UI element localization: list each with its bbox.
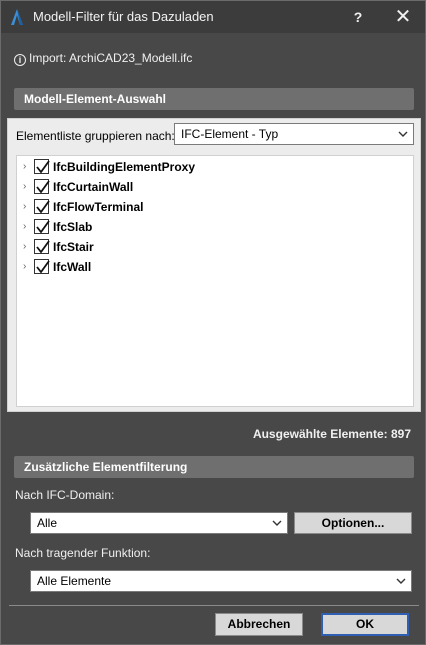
- expand-chevron-icon[interactable]: ›: [23, 262, 31, 272]
- info-icon: i: [14, 54, 26, 66]
- chevron-down-icon: [396, 578, 406, 584]
- chevron-down-icon: [398, 131, 408, 137]
- expand-chevron-icon[interactable]: ›: [23, 222, 31, 232]
- options-button[interactable]: Optionen...: [294, 512, 412, 534]
- element-tree[interactable]: › IfcBuildingElementProxy › IfcCurtainWa…: [16, 155, 414, 407]
- import-info: i Import: ArchiCAD23_Modell.ifc: [14, 51, 192, 66]
- tree-row[interactable]: › IfcStair: [17, 237, 413, 257]
- expand-chevron-icon[interactable]: ›: [23, 242, 31, 252]
- element-checkbox[interactable]: [34, 179, 50, 194]
- selected-count: Ausgewählte Elemente: 897: [252, 427, 411, 441]
- element-checkbox[interactable]: [34, 199, 50, 214]
- element-checkbox[interactable]: [34, 219, 50, 234]
- close-button[interactable]: ✕: [391, 5, 415, 29]
- expand-chevron-icon[interactable]: ›: [23, 182, 31, 192]
- domain-value: Alle: [37, 516, 58, 530]
- group-by-label: Elementliste gruppieren nach:: [16, 129, 175, 143]
- tree-item-label: IfcStair: [53, 240, 94, 254]
- checkmark-icon: [36, 260, 50, 274]
- group-by-value: IFC-Element - Typ: [181, 127, 279, 141]
- tree-row[interactable]: › IfcBuildingElementProxy: [17, 157, 413, 177]
- title-bar[interactable]: Modell-Filter für das Dazuladen ? ✕: [1, 1, 425, 33]
- footer-separator: [9, 605, 419, 606]
- tree-row[interactable]: › IfcFlowTerminal: [17, 197, 413, 217]
- chevron-down-icon: [272, 520, 282, 526]
- element-checkbox[interactable]: [34, 259, 50, 274]
- window-title: Modell-Filter für das Dazuladen: [33, 9, 214, 24]
- checkmark-icon: [36, 240, 50, 254]
- expand-chevron-icon[interactable]: ›: [23, 202, 31, 212]
- checkmark-icon: [36, 160, 50, 174]
- tree-item-label: IfcCurtainWall: [53, 180, 134, 194]
- import-file-text: Import: ArchiCAD23_Modell.ifc: [29, 51, 193, 65]
- checkmark-icon: [36, 220, 50, 234]
- checkmark-icon: [36, 200, 50, 214]
- section-header-additional-filter: Zusätzliche Elementfilterung: [14, 456, 414, 478]
- tree-row[interactable]: › IfcCurtainWall: [17, 177, 413, 197]
- tree-row[interactable]: › IfcWall: [17, 257, 413, 277]
- tree-item-label: IfcWall: [53, 260, 92, 274]
- element-checkbox[interactable]: [34, 239, 50, 254]
- archicad-app-icon: [11, 9, 23, 25]
- checkmark-icon: [36, 180, 50, 194]
- section-header-element-selection: Modell-Element-Auswahl: [14, 88, 414, 110]
- domain-label: Nach IFC-Domain:: [15, 488, 115, 502]
- tree-item-label: IfcFlowTerminal: [53, 200, 144, 214]
- function-value: Alle Elemente: [37, 574, 112, 588]
- function-label: Nach tragender Funktion:: [15, 546, 151, 560]
- help-button[interactable]: ?: [347, 6, 369, 28]
- element-selection-panel: Elementliste gruppieren nach: IFC-Elemen…: [7, 118, 421, 412]
- tree-item-label: IfcBuildingElementProxy: [53, 160, 196, 174]
- domain-dropdown[interactable]: Alle: [30, 512, 288, 534]
- cancel-button[interactable]: Abbrechen: [215, 613, 303, 636]
- expand-chevron-icon[interactable]: ›: [23, 162, 31, 172]
- dialog-window: Modell-Filter für das Dazuladen ? ✕ i Imp…: [0, 0, 426, 645]
- tree-item-label: IfcSlab: [53, 220, 93, 234]
- group-by-dropdown[interactable]: IFC-Element - Typ: [174, 123, 414, 145]
- function-dropdown[interactable]: Alle Elemente: [30, 570, 412, 592]
- element-checkbox[interactable]: [34, 159, 50, 174]
- tree-row[interactable]: › IfcSlab: [17, 217, 413, 237]
- ok-button[interactable]: OK: [321, 613, 409, 636]
